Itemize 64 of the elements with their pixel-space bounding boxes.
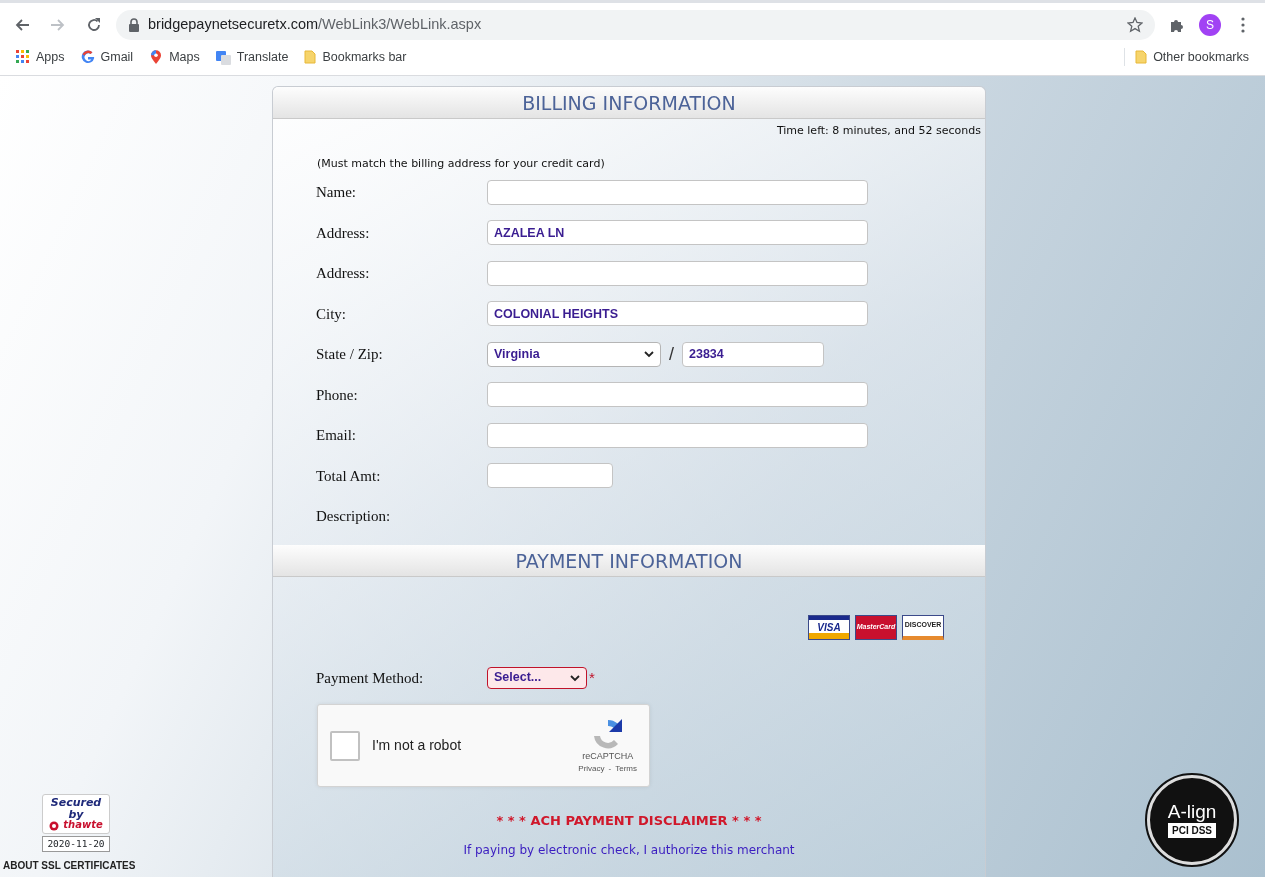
time-left-text: Time left: 8 minutes, and 52 seconds [776, 124, 981, 137]
field-label: Email: [316, 427, 356, 443]
seal-date: 2020-11-20 [42, 835, 110, 852]
back-arrow-icon [14, 17, 30, 33]
chevron-down-icon [644, 350, 654, 359]
input-field[interactable] [487, 179, 868, 205]
disclaimer-title: * * * ACH PAYMENT DISCLAIMER * * * [496, 813, 762, 828]
ssl-certificates-link[interactable]: ABOUT SSL CERTIFICATES [3, 858, 272, 873]
required-asterisk: * [589, 667, 595, 688]
field-label: Address: [316, 265, 370, 281]
reload-icon [86, 17, 102, 33]
puzzle-piece-icon [1169, 17, 1185, 33]
privacy-link[interactable]: Privacy [578, 763, 605, 776]
apps-grid-icon [16, 50, 30, 64]
input-field[interactable]: AZALEA LN [487, 220, 868, 246]
card-logo: VISA [808, 614, 850, 640]
field-label: State / Zip: [316, 346, 383, 362]
translate-squares-icon [215, 49, 231, 65]
billing-note: (Must match the billing address for your credit card) [317, 156, 605, 170]
menu-icon [1241, 17, 1245, 33]
folder-icon [304, 50, 317, 64]
field-label: Phone: [316, 386, 358, 403]
address-bar[interactable]: bridgepaynetsecuretx.com/WebLink3/WebLink.aspx [116, 10, 1155, 40]
field-label: Description: [316, 508, 391, 524]
field-label: City: [316, 305, 346, 322]
captcha-label: I'm not a robot [372, 736, 463, 755]
field-label: Name: [316, 184, 356, 200]
circle-logo-icon [49, 820, 60, 831]
section-header: PAYMENT INFORMATION [273, 544, 985, 577]
captcha-checkbox[interactable] [330, 730, 360, 761]
bookmark-star-icon[interactable] [1127, 17, 1143, 33]
lock-icon [128, 18, 140, 32]
field-label: Payment Method: [316, 669, 424, 686]
state-dropdown[interactable]: Virginia [487, 341, 661, 367]
bookmark-item[interactable]: Maps [143, 45, 206, 69]
profile-avatar[interactable]: S [1199, 14, 1221, 36]
disclaimer-text: If paying by electronic check, I authorize this merchant [463, 842, 795, 857]
g-letter-icon [80, 50, 95, 64]
map-pin-icon [149, 50, 164, 64]
separator-slash: / [669, 342, 674, 366]
bookmark-item[interactable]: Bookmarks bar [298, 45, 413, 69]
link-separator: - [608, 763, 612, 776]
section-header: BILLING INFORMATION [273, 87, 985, 119]
folder-icon [1135, 50, 1148, 64]
input-field[interactable] [487, 260, 868, 286]
bookmark-item[interactable]: Apps [10, 45, 71, 69]
field-label: Total Amt: [316, 467, 381, 484]
forward-arrow-icon [50, 17, 66, 33]
amount-field[interactable] [487, 463, 613, 489]
input-field[interactable] [487, 382, 868, 408]
other-bookmarks-item[interactable]: Other bookmarks [1129, 45, 1255, 69]
bookmark-item[interactable]: Translate [209, 45, 295, 69]
input-field[interactable]: COLONIAL HEIGHTS [487, 301, 868, 327]
thawte-seal[interactable]: Secured by thawte [42, 794, 110, 834]
payment-method-dropdown[interactable]: Select... [487, 666, 587, 689]
pci-seal: A-lign PCI DSS [1147, 775, 1237, 865]
bookmark-item[interactable]: Gmail [74, 45, 140, 69]
terms-link[interactable]: Terms [615, 763, 637, 776]
field-label: Address: [316, 224, 370, 241]
chevron-down-icon [570, 673, 580, 682]
recaptcha-brand: reCAPTCHA [582, 749, 634, 763]
zip-field[interactable]: 23834 [682, 341, 824, 367]
input-field[interactable] [487, 422, 868, 448]
url-text: bridgepaynetsecuretx.com/WebLink3/WebLink.aspx [148, 15, 482, 35]
